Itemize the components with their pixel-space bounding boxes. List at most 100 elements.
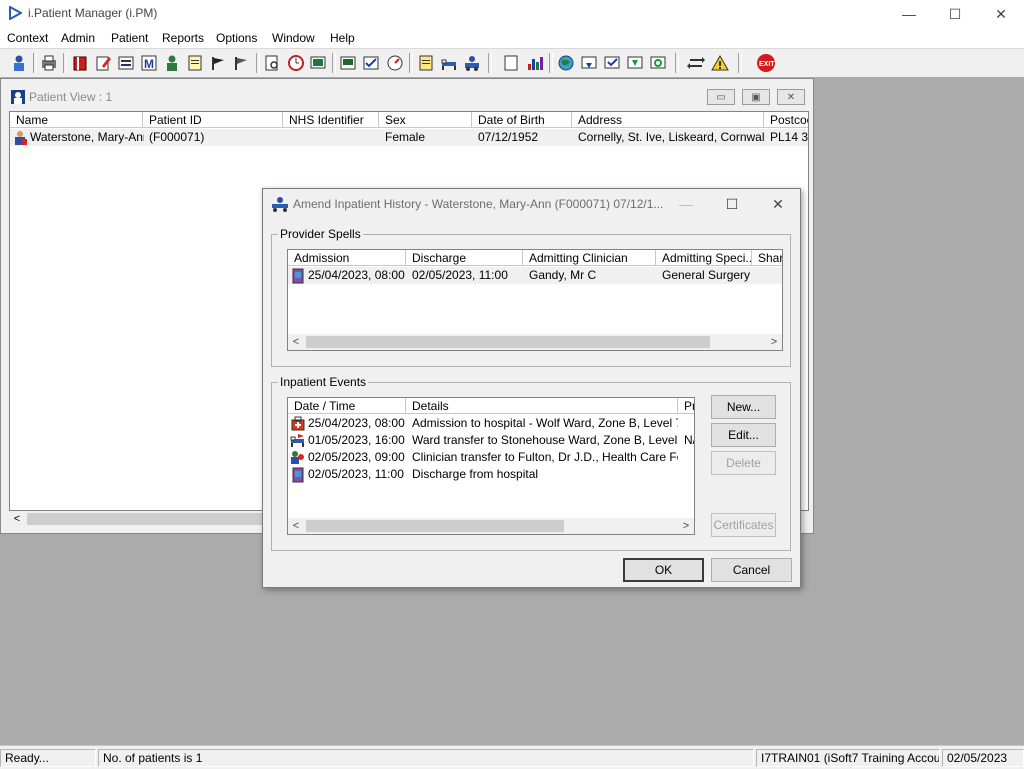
column-header-admitting-clinician[interactable]: Admitting Clinician <box>523 250 656 266</box>
exit-icon[interactable]: EXIT <box>756 53 776 73</box>
exit-icon-label: EXIT <box>759 61 775 68</box>
event-pr <box>678 449 694 465</box>
menu-reports[interactable]: Reports <box>162 31 204 45</box>
list-green-icon[interactable] <box>625 53 645 73</box>
scroll-left-arrow[interactable]: < <box>288 334 304 350</box>
dialog-minimize-button[interactable]: — <box>663 189 709 219</box>
column-header-nhs-identifier[interactable]: NHS Identifier <box>283 112 379 128</box>
inpatient-events-list[interactable]: Date / Time Details Pr 25/04/2023, 08:00… <box>287 397 695 535</box>
column-header-share[interactable]: Shar <box>752 250 782 266</box>
toolbar-separator <box>675 53 679 73</box>
search-doc-icon[interactable] <box>262 53 282 73</box>
bed-icon[interactable] <box>439 53 459 73</box>
scroll-left-arrow[interactable]: < <box>9 511 25 527</box>
new-event-button[interactable]: New... <box>711 395 776 419</box>
patient-nhs <box>283 129 379 145</box>
event-details: Discharge from hospital <box>412 467 539 481</box>
ambulance-icon[interactable] <box>462 53 482 73</box>
m-icon[interactable]: M <box>139 53 159 73</box>
edit-icon[interactable] <box>93 53 113 73</box>
patient-view-restore-button[interactable]: ▣ <box>742 89 770 105</box>
bar-chart-icon[interactable] <box>525 53 545 73</box>
inpatient-event-row[interactable]: 25/04/2023, 08:00 Admission to hospital … <box>288 415 694 432</box>
book-icon[interactable] <box>70 53 90 73</box>
dialog-icon <box>272 197 288 212</box>
scroll-thumb[interactable] <box>306 520 564 532</box>
transfer-icon[interactable] <box>686 53 706 73</box>
flag-icon[interactable] <box>208 53 228 73</box>
patient-row[interactable]: Waterstone, Mary-Ann (F000071) Female 07… <box>10 129 808 146</box>
amend-inpatient-history-dialog: Amend Inpatient History - Waterstone, Ma… <box>262 188 801 588</box>
patient-sex: Female <box>385 130 426 144</box>
scroll-right-arrow[interactable]: > <box>766 334 782 350</box>
notes-icon[interactable] <box>185 53 205 73</box>
dialog-close-button[interactable]: ✕ <box>755 189 801 219</box>
column-header-date-time[interactable]: Date / Time <box>288 398 406 414</box>
list-down-icon[interactable] <box>579 53 599 73</box>
edit-event-button[interactable]: Edit... <box>711 423 776 447</box>
warning-icon[interactable] <box>710 53 730 73</box>
chart-clock-icon[interactable] <box>385 53 405 73</box>
provider-spell-row[interactable]: 25/04/2023, 08:00 02/05/2023, 11:00 Gand… <box>288 267 782 284</box>
column-header-patient-id[interactable]: Patient ID <box>143 112 283 128</box>
clock-icon[interactable] <box>286 53 306 73</box>
spell-discharge: 02/05/2023, 11:00 <box>412 268 508 282</box>
menu-help[interactable]: Help <box>330 31 355 45</box>
report-icon[interactable] <box>338 53 358 73</box>
dialog-maximize-button[interactable]: ☐ <box>709 189 755 219</box>
column-header-details[interactable]: Details <box>406 398 678 414</box>
list-check-icon[interactable] <box>602 53 622 73</box>
patient-view-minimize-button[interactable]: ▭ <box>707 89 735 105</box>
screen-icon[interactable] <box>308 53 328 73</box>
event-datetime: 02/05/2023, 11:00 <box>308 467 404 481</box>
patient-name: Waterstone, Mary-Ann <box>30 130 144 144</box>
provider-spells-list[interactable]: Admission Discharge Admitting Clinician … <box>287 249 783 351</box>
person-icon[interactable] <box>162 53 182 73</box>
notepad-icon[interactable] <box>416 53 436 73</box>
patient-search-icon[interactable] <box>9 53 29 73</box>
patient-list-hscrollbar[interactable]: < <box>9 511 271 527</box>
scroll-right-arrow[interactable]: > <box>678 518 694 534</box>
inpatient-events-hscrollbar[interactable]: < > <box>288 518 694 534</box>
doc-check-icon[interactable] <box>361 53 381 73</box>
close-button[interactable]: ✕ <box>978 0 1024 28</box>
toolbar-separator <box>33 53 37 73</box>
provider-spells-hscrollbar[interactable]: < > <box>288 334 782 350</box>
column-header-admission[interactable]: Admission <box>288 250 406 266</box>
scroll-left-arrow[interactable]: < <box>288 518 304 534</box>
globe-icon[interactable] <box>556 53 576 73</box>
column-header-name[interactable]: Name <box>10 112 143 128</box>
column-header-sex[interactable]: Sex <box>379 112 472 128</box>
delete-event-button[interactable]: Delete <box>711 451 776 475</box>
column-header-admitting-specialty[interactable]: Admitting Speci... <box>656 250 752 266</box>
column-header-date-of-birth[interactable]: Date of Birth <box>472 112 572 128</box>
flag2-icon[interactable] <box>231 53 251 73</box>
column-header-discharge[interactable]: Discharge <box>406 250 523 266</box>
document-icon[interactable] <box>501 53 521 73</box>
patient-postcode: PL14 3L <box>770 130 809 144</box>
scroll-thumb[interactable] <box>27 513 267 525</box>
column-header-postcode[interactable]: Postcoc <box>764 112 808 128</box>
menu-patient[interactable]: Patient <box>111 31 148 45</box>
inpatient-event-row[interactable]: 02/05/2023, 09:00 Clinician transfer to … <box>288 449 694 466</box>
cancel-button[interactable]: Cancel <box>711 558 792 582</box>
inpatient-event-row[interactable]: 02/05/2023, 11:00 Discharge from hospita… <box>288 466 694 483</box>
patient-id: (F000071) <box>149 130 205 144</box>
maximize-button[interactable]: ☐ <box>932 0 978 28</box>
ok-button[interactable]: OK <box>623 558 704 582</box>
menu-window[interactable]: Window <box>272 31 315 45</box>
patient-view-close-button[interactable]: ✕ <box>777 89 805 105</box>
menu-admin[interactable]: Admin <box>61 31 95 45</box>
printer-icon[interactable] <box>39 53 59 73</box>
menu-options[interactable]: Options <box>216 31 257 45</box>
column-header-address[interactable]: Address <box>572 112 764 128</box>
list-refresh-icon[interactable] <box>648 53 668 73</box>
list-icon[interactable] <box>116 53 136 73</box>
minimize-button[interactable]: — <box>886 0 932 28</box>
menu-context[interactable]: Context <box>7 31 48 45</box>
column-header-pr[interactable]: Pr <box>678 398 694 414</box>
event-pr <box>678 466 694 482</box>
certificates-button[interactable]: Certificates <box>711 513 776 537</box>
inpatient-event-row[interactable]: 01/05/2023, 16:00 Ward transfer to Stone… <box>288 432 694 449</box>
scroll-thumb[interactable] <box>306 336 710 348</box>
